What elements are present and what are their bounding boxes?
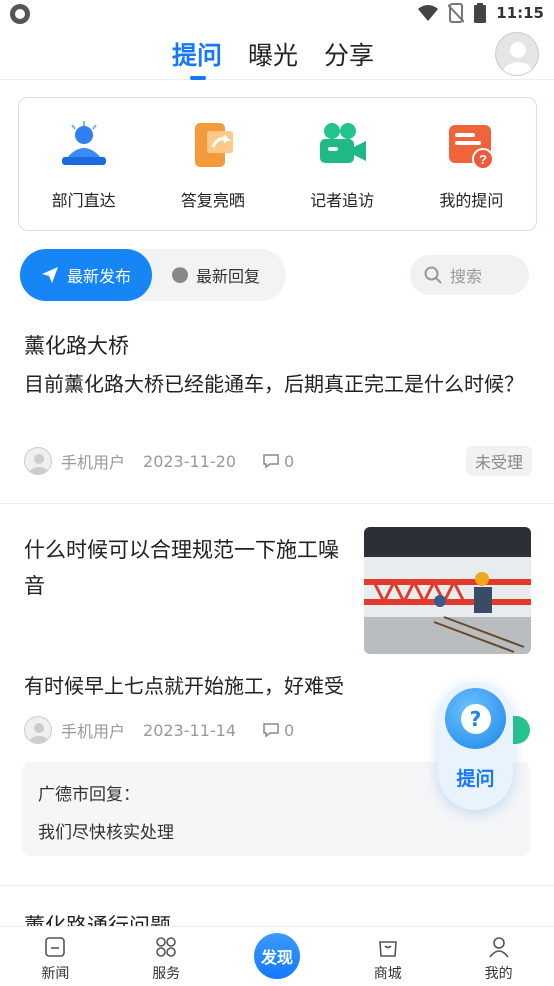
battery-icon [474,3,487,23]
post-thumbnail[interactable] [364,527,531,654]
ask-question-button[interactable]: ? 提问 [438,682,513,810]
search-icon [424,266,442,284]
profile-icon [488,937,509,958]
comment-count[interactable]: 0 [262,452,294,471]
comment-count[interactable]: 0 [262,721,294,740]
svg-text:?: ? [479,152,487,167]
search-placeholder: 搜索 [450,267,483,286]
construction-photo [364,527,531,654]
divider [0,503,554,504]
post-meta: 手机用户 2023-11-14 0 [24,715,294,745]
status-badge: 未受理 [465,446,532,476]
post-date: 2023-11-20 [143,451,236,471]
post-body: 有时候早上七点就开始施工，好难受 [24,674,344,698]
nav-news-label: 新闻 [41,966,70,982]
app-notification-icon [10,4,30,24]
status-bar: 11:15 [0,0,554,28]
reply-show-icon [194,123,233,167]
comment-icon [263,454,279,469]
quick-entry-panel: 部门直达 答复亮晒 记者追访 ? 我的提问 [18,97,537,231]
post-body: 目前薰化路大桥已经能通车，后期真正完工是什么时候？ [24,372,524,396]
nav-mall-label: 商城 [373,966,402,982]
filter-latest-post[interactable]: 最新发布 [20,249,152,301]
filter-latest-reply-label: 最新回复 [196,267,261,286]
quick-entry-label: 我的提问 [439,191,504,210]
send-icon [41,267,58,283]
user-avatar-icon [24,447,52,475]
comment-count-value: 0 [284,451,295,471]
quick-entry-label: 部门直达 [51,191,116,210]
wifi-icon [418,5,439,21]
post-meta: 手机用户 2023-11-20 0 [24,446,294,476]
reporter-camera-icon [320,123,367,163]
news-icon [45,937,66,957]
reply-text: 我们尽快核实处理 [38,823,174,843]
post-title: 什么时候可以合理规范一下施工噪音 [24,538,339,598]
no-sim-icon [448,3,465,23]
nav-news[interactable]: 新闻 [0,927,111,986]
tab-share[interactable]: 分享 [324,36,374,72]
sort-filter: 最新发布 最新回复 [20,249,286,301]
clock: 11:15 [496,4,544,22]
quick-entry-department[interactable]: 部门直达 [24,117,144,211]
filter-latest-post-label: 最新发布 [66,267,131,286]
quick-entry-reply-show[interactable]: 答复亮晒 [153,117,273,211]
post-date: 2023-11-14 [143,720,236,740]
tab-expose[interactable]: 曝光 [248,36,298,72]
quick-entry-label: 答复亮晒 [180,191,245,210]
comment-count-value: 0 [284,720,295,740]
bottom-nav: 新闻 服务 发现 商城 我的 [0,926,554,986]
tab-ask[interactable]: 提问 [172,36,222,80]
my-question-icon: ? [449,125,495,170]
post-title: 薰化路大桥 [24,334,129,358]
shopping-bag-icon [378,941,397,957]
nav-service[interactable]: 服务 [111,927,222,986]
nav-discover[interactable]: 发现 [222,927,333,986]
quick-entry-reporter[interactable]: 记者追访 [282,117,402,211]
quick-entry-my-question[interactable]: ? 我的提问 [411,117,531,211]
post-user: 手机用户 [61,453,126,472]
top-tab-bar: 提问 曝光 分享 [0,28,554,80]
nav-me[interactable]: 我的 [443,927,554,986]
post-user: 手机用户 [61,722,126,741]
chat-dots-icon [172,263,188,283]
service-icon [156,937,176,957]
status-right: 11:15 [418,3,544,23]
discover-button: 发现 [253,933,300,979]
user-avatar-icon [503,42,533,75]
reply-from: 广德市回复： [38,785,140,805]
user-avatar[interactable] [495,32,539,76]
department-icon [61,121,106,165]
user-avatar-icon [24,716,52,744]
floating-side-tab[interactable] [510,716,530,744]
question-bubble-icon: ? [445,688,506,749]
divider [0,885,554,886]
nav-me-label: 我的 [484,966,513,982]
ask-question-label: 提问 [456,768,495,790]
nav-mall[interactable]: 商城 [332,927,443,986]
comment-icon [263,723,279,738]
search-input[interactable]: 搜索 [410,255,529,295]
quick-entry-label: 记者追访 [310,191,375,210]
filter-latest-reply[interactable]: 最新回复 [172,249,260,301]
nav-service-label: 服务 [152,966,181,982]
